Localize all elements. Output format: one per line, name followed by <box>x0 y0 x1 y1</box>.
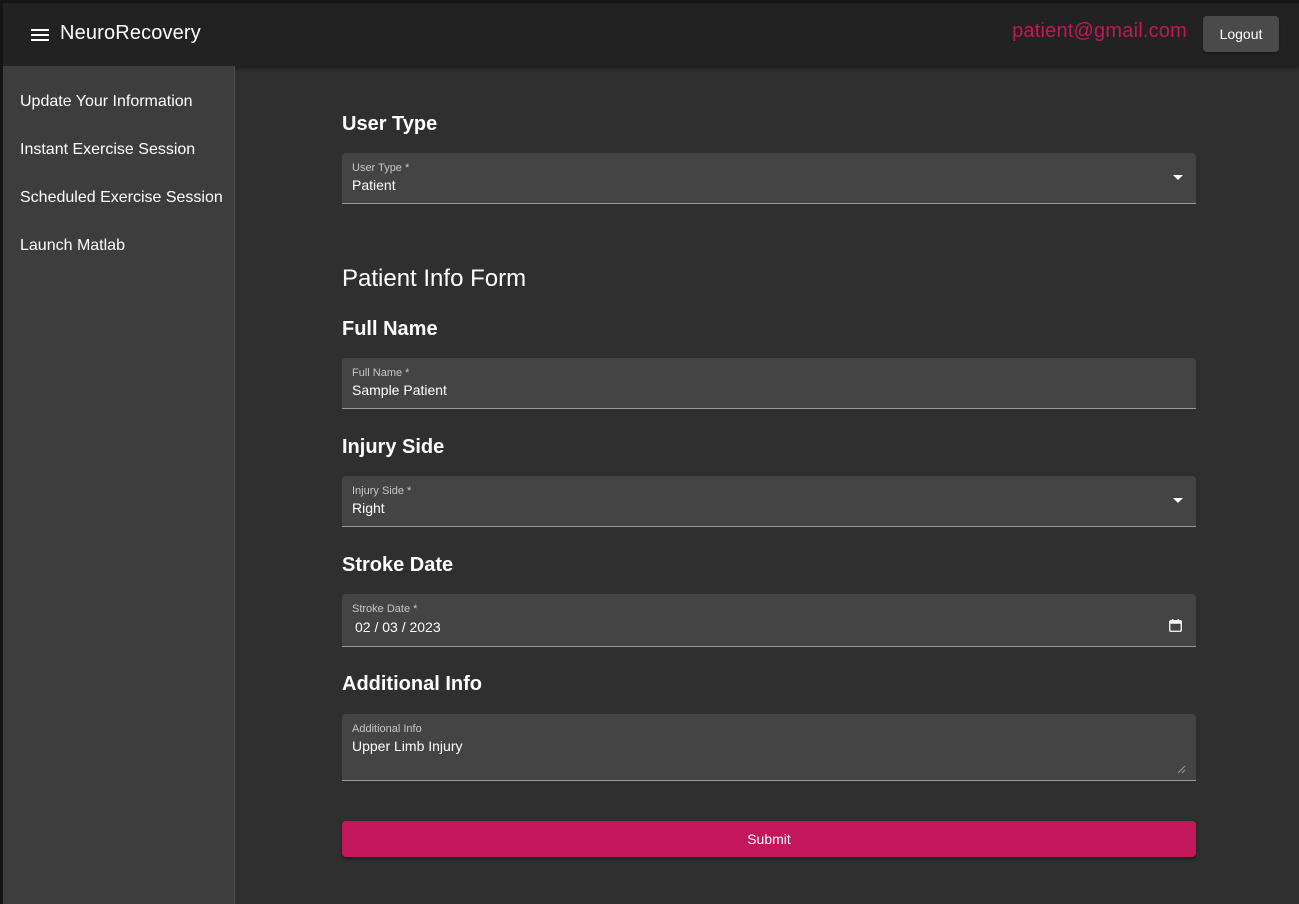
submit-button[interactable]: Submit <box>342 821 1196 857</box>
full-name-value: Sample Patient <box>352 382 447 398</box>
sidebar-item-scheduled-exercise[interactable]: Scheduled Exercise Session <box>20 189 223 207</box>
injury-side-select[interactable]: Injury Side * Right <box>342 476 1196 527</box>
stroke-date-field[interactable]: Stroke Date * 02 / 03 / 2023 <box>342 594 1196 647</box>
stroke-date-heading: Stroke Date <box>342 554 454 576</box>
additional-info-label: Additional Info <box>352 723 422 735</box>
sidebar-item-instant-exercise[interactable]: Instant Exercise Session <box>20 141 195 159</box>
user-type-label: User Type * <box>352 162 410 174</box>
stroke-date-label: Stroke Date * <box>352 603 418 615</box>
calendar-icon[interactable] <box>1169 619 1182 632</box>
user-email: patient@gmail.com <box>1012 20 1187 42</box>
logout-button[interactable]: Logout <box>1203 16 1279 52</box>
injury-side-heading: Injury Side <box>342 436 445 458</box>
app-title: NeuroRecovery <box>60 22 201 44</box>
additional-info-textarea[interactable]: Additional Info Upper Limb Injury <box>342 714 1196 781</box>
full-name-field[interactable]: Full Name * Sample Patient <box>342 358 1196 409</box>
injury-side-label: Injury Side * <box>352 485 412 497</box>
injury-side-value: Right <box>352 500 385 516</box>
app-bar: NeuroRecovery patient@gmail.com Logout <box>3 3 1299 66</box>
arrow-drop-down-icon[interactable] <box>1173 498 1183 503</box>
user-type-select[interactable]: User Type * Patient <box>342 153 1196 204</box>
sidebar-item-update-information[interactable]: Update Your Information <box>20 93 193 111</box>
app-window: NeuroRecovery patient@gmail.com Logout U… <box>3 3 1299 904</box>
sidebar: Update Your Information Instant Exercise… <box>3 66 235 904</box>
sidebar-item-launch-matlab[interactable]: Launch Matlab <box>20 237 125 255</box>
resize-handle-icon[interactable] <box>1176 764 1186 774</box>
additional-info-heading: Additional Info <box>342 673 482 695</box>
additional-info-value: Upper Limb Injury <box>352 738 463 754</box>
main-content: User Type User Type * Patient Patient In… <box>235 66 1299 904</box>
stroke-date-value: 02 / 03 / 2023 <box>355 619 441 635</box>
user-type-value: Patient <box>352 177 396 193</box>
form-title: Patient Info Form <box>342 265 527 292</box>
menu-icon[interactable] <box>27 22 53 48</box>
arrow-drop-down-icon[interactable] <box>1173 175 1183 180</box>
user-type-heading: User Type <box>342 113 438 135</box>
full-name-label: Full Name * <box>352 367 410 379</box>
full-name-heading: Full Name <box>342 318 438 340</box>
